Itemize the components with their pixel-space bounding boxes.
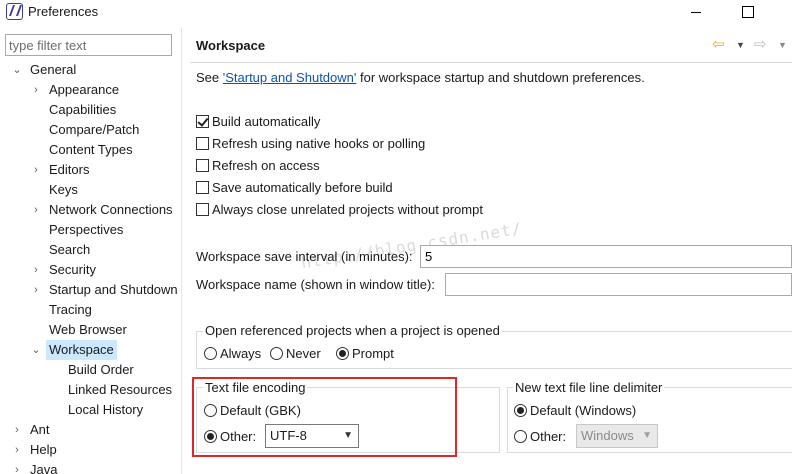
- see-text: See 'Startup and Shutdown' for workspace…: [196, 70, 645, 85]
- chevron-down-icon[interactable]: ⌄: [12, 60, 22, 80]
- checkbox-icon[interactable]: [196, 181, 209, 194]
- tree-item-keys[interactable]: Keys: [49, 180, 78, 200]
- back-dropdown-icon[interactable]: ▼: [736, 37, 745, 53]
- open-ref-always-radio[interactable]: Always: [204, 345, 261, 363]
- chevron-right-icon[interactable]: ›: [12, 460, 22, 474]
- tree-item-startup-shutdown[interactable]: Startup and Shutdown: [49, 280, 178, 300]
- page-title: Workspace: [196, 38, 266, 53]
- checkbox-icon[interactable]: [196, 203, 209, 216]
- delimiter-default-radio[interactable]: Default (Windows): [514, 402, 636, 420]
- radio-label: Always: [220, 346, 262, 361]
- radio-label: Other:: [530, 429, 567, 444]
- annotation-highlight-box: [192, 377, 457, 457]
- tree-item-editors[interactable]: Editors: [49, 160, 89, 180]
- tree-item-linked-resources[interactable]: Linked Resources: [68, 380, 172, 400]
- startup-shutdown-link[interactable]: 'Startup and Shutdown': [223, 70, 357, 85]
- checkbox-label: Refresh on access: [212, 158, 320, 173]
- chevron-right-icon[interactable]: ›: [31, 200, 41, 220]
- minimize-button[interactable]: [674, 0, 718, 24]
- forward-dropdown-icon: ▼: [778, 40, 787, 50]
- refresh-on-access-checkbox[interactable]: Refresh on access: [196, 157, 320, 175]
- chevron-down-icon: ▼: [642, 430, 652, 441]
- eclipse-app-icon: [6, 3, 23, 20]
- chevron-right-icon[interactable]: ›: [31, 160, 41, 180]
- tree-item-appearance[interactable]: Appearance: [49, 80, 119, 100]
- radio-icon[interactable]: [204, 347, 217, 360]
- chevron-right-icon[interactable]: ›: [31, 260, 41, 280]
- checkbox-icon[interactable]: [196, 137, 209, 150]
- radio-icon[interactable]: [270, 347, 283, 360]
- radio-selected-icon[interactable]: [336, 347, 349, 360]
- save-interval-input[interactable]: [420, 245, 792, 268]
- delimiter-select: Windows ▼: [576, 424, 658, 448]
- delimiter-other-radio[interactable]: Other:: [514, 428, 566, 446]
- tree-item-general[interactable]: General: [30, 60, 76, 80]
- radio-selected-icon[interactable]: [514, 404, 527, 417]
- tree-item-perspectives[interactable]: Perspectives: [49, 220, 123, 240]
- refresh-native-hooks-checkbox[interactable]: Refresh using native hooks or polling: [196, 135, 425, 153]
- tree-item-security[interactable]: Security: [49, 260, 96, 280]
- see-suffix: for workspace startup and shutdown prefe…: [356, 70, 645, 85]
- chevron-right-icon[interactable]: ›: [12, 420, 22, 440]
- checkbox-checked-icon[interactable]: [196, 115, 209, 128]
- radio-icon[interactable]: [514, 430, 527, 443]
- radio-label: Prompt: [352, 346, 394, 361]
- radio-label: Default (Windows): [530, 403, 637, 418]
- tree-item-build-order[interactable]: Build Order: [68, 360, 134, 380]
- tree-item-compare-patch[interactable]: Compare/Patch: [49, 120, 139, 140]
- tree-item-local-history[interactable]: Local History: [68, 400, 143, 420]
- checkbox-label: Save automatically before build: [212, 180, 393, 195]
- filter-input[interactable]: [5, 34, 172, 56]
- checkbox-label: Build automatically: [212, 114, 321, 129]
- tree-item-help[interactable]: Help: [30, 440, 57, 460]
- workspace-name-input[interactable]: [445, 273, 792, 296]
- chevron-right-icon[interactable]: ›: [31, 80, 41, 100]
- open-ref-prompt-radio[interactable]: Prompt: [336, 345, 394, 363]
- save-interval-label: Workspace save interval (in minutes):: [196, 249, 413, 264]
- checkbox-label: Always close unrelated projects without …: [212, 202, 483, 217]
- panel-divider: [181, 28, 182, 474]
- delimiter-select-value: Windows: [581, 428, 634, 443]
- open-ref-never-radio[interactable]: Never: [270, 345, 321, 363]
- tree-item-java[interactable]: Java: [30, 460, 57, 474]
- chevron-down-icon[interactable]: ⌄: [31, 340, 41, 360]
- forward-arrow-icon: ⇨: [754, 36, 767, 53]
- save-before-build-checkbox[interactable]: Save automatically before build: [196, 179, 393, 197]
- maximize-button[interactable]: [726, 0, 770, 24]
- checkbox-label: Refresh using native hooks or polling: [212, 136, 426, 151]
- see-prefix: See: [196, 70, 223, 85]
- workspace-name-label: Workspace name (shown in window title):: [196, 277, 435, 292]
- title-bar: Preferences: [0, 0, 792, 24]
- checkbox-icon[interactable]: [196, 159, 209, 172]
- back-arrow-icon[interactable]: ⇦: [712, 37, 725, 53]
- radio-label: Never: [286, 346, 321, 361]
- chevron-right-icon[interactable]: ›: [12, 440, 22, 460]
- tree-item-network-connections[interactable]: Network Connections: [49, 200, 173, 220]
- header-separator: [190, 62, 792, 63]
- tree-item-ant[interactable]: Ant: [30, 420, 50, 440]
- chevron-right-icon[interactable]: ›: [31, 280, 41, 300]
- tree-item-capabilities[interactable]: Capabilities: [49, 100, 116, 120]
- build-automatically-checkbox[interactable]: Build automatically: [196, 113, 320, 131]
- open-referenced-title: Open referenced projects when a project …: [203, 323, 502, 338]
- line-delimiter-title: New text file line delimiter: [513, 380, 665, 395]
- tree-item-workspace[interactable]: Workspace: [46, 340, 117, 360]
- tree-item-tracing[interactable]: Tracing: [49, 300, 92, 320]
- tree-item-web-browser[interactable]: Web Browser: [49, 320, 127, 340]
- close-unrelated-projects-checkbox[interactable]: Always close unrelated projects without …: [196, 201, 483, 219]
- tree-item-search[interactable]: Search: [49, 240, 90, 260]
- preference-tree: ⌄ General › Appearance Capabilities Comp…: [0, 60, 182, 474]
- window-title: Preferences: [28, 4, 99, 19]
- tree-item-content-types[interactable]: Content Types: [49, 140, 133, 160]
